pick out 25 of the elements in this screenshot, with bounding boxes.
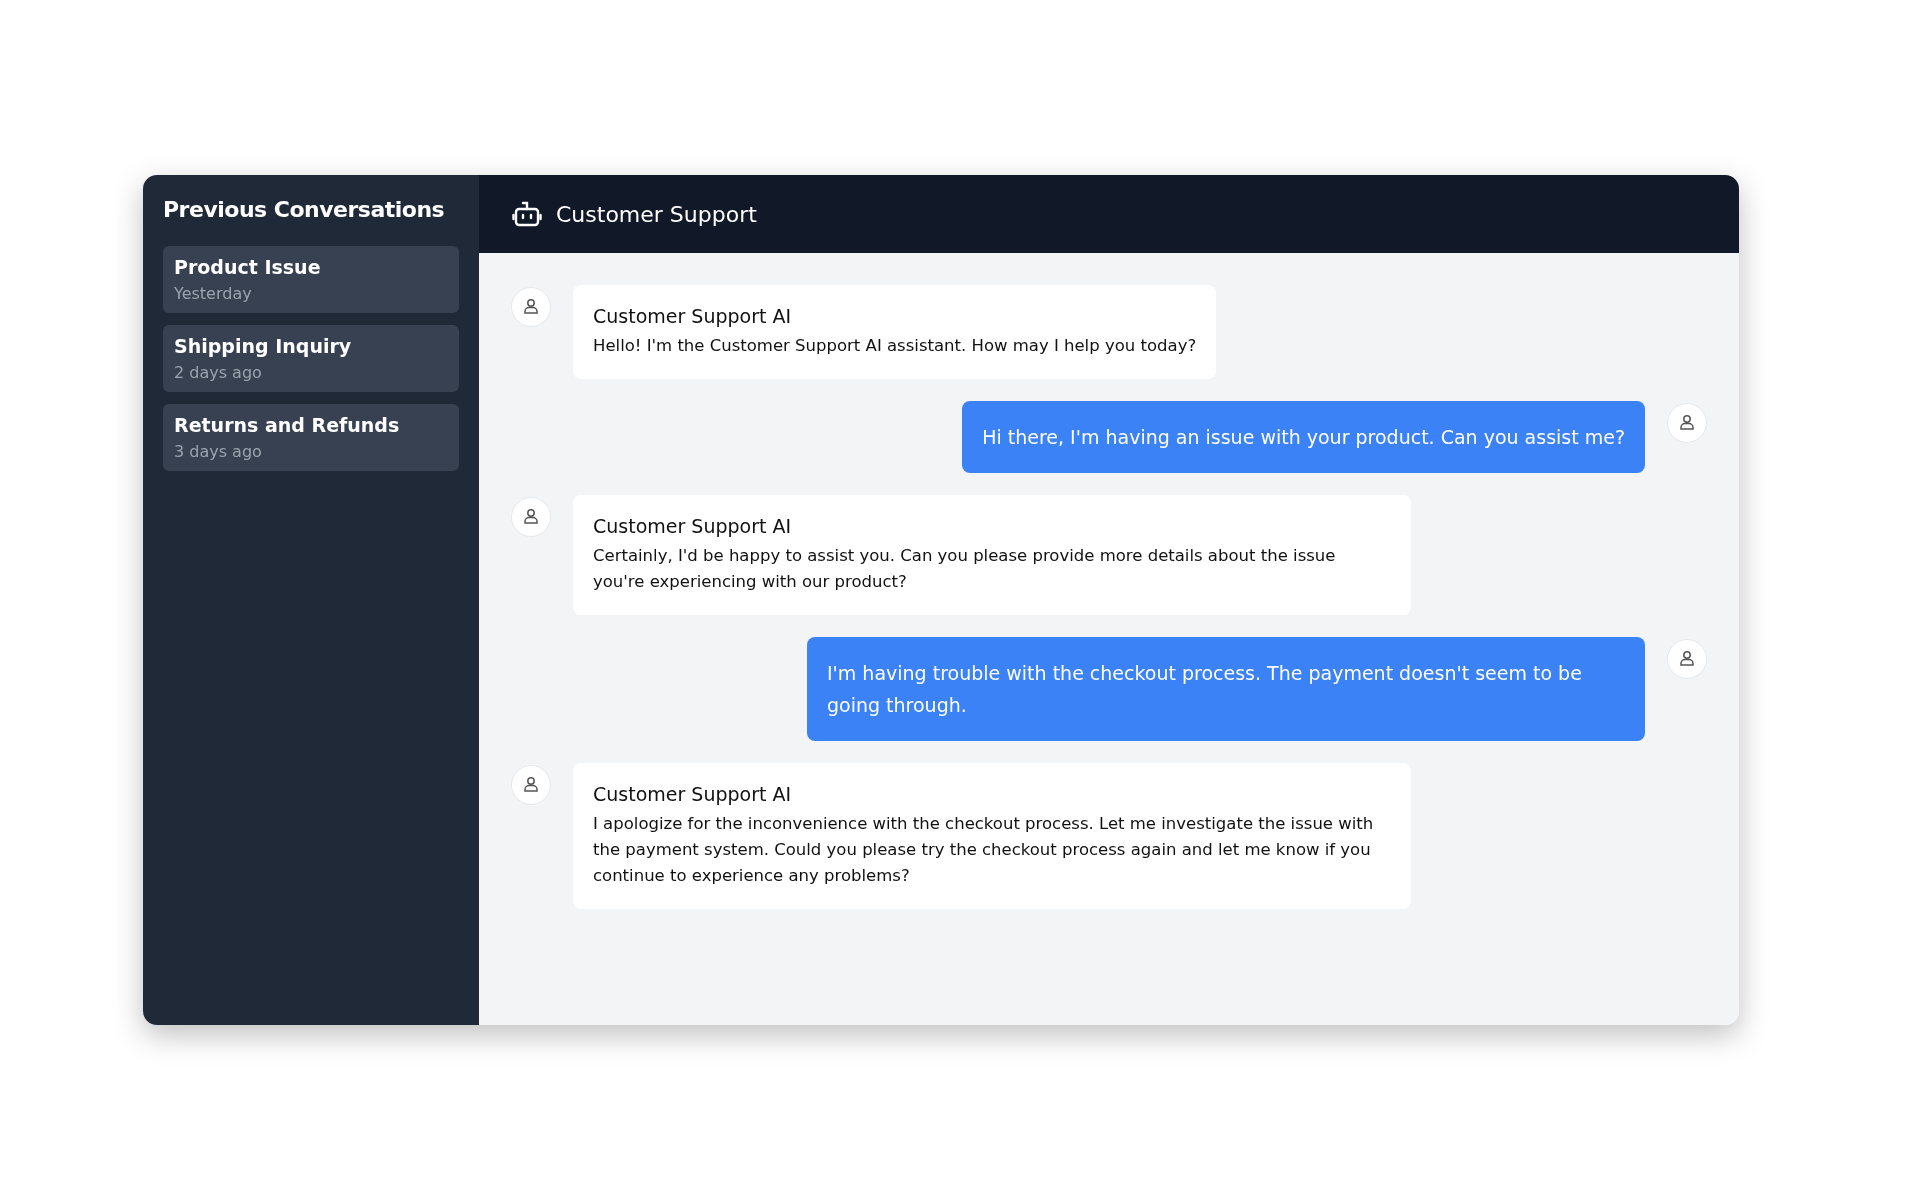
user-avatar-icon — [511, 497, 551, 537]
sender-name: Customer Support AI — [593, 783, 793, 805]
user-message: Hi there, I'm having an issue with your product. Can you assist me? — [962, 401, 1645, 473]
conversation-time: 3 days ago — [174, 442, 263, 461]
chat-title: Customer Support — [556, 201, 757, 227]
conversation-title: Returns and Refunds — [174, 414, 401, 436]
conversation-title: Product Issue — [174, 256, 322, 278]
conversation-item[interactable]: Returns and Refunds 3 days ago — [163, 404, 459, 471]
conversation-item[interactable]: Product Issue Yesterday — [163, 246, 459, 313]
message-text: Certainly, I'd be happy to assist you. Can you please provide more details about the issue you're experiencing with our product? — [593, 545, 1337, 593]
sidebar-title: Previous Conversations — [163, 197, 446, 222]
message-text: Hello! I'm the Customer Support AI assistant. How may I help you today? — [593, 335, 1197, 357]
robot-icon — [512, 200, 542, 228]
sender-name: Customer Support AI — [593, 515, 793, 537]
conversation-item[interactable]: Shipping Inquiry 2 days ago — [163, 325, 459, 392]
user-avatar-icon — [511, 287, 551, 327]
user-avatar-icon — [1667, 639, 1707, 679]
user-message: I'm having trouble with the checkout process. The payment doesn't seem to be going through. — [807, 637, 1645, 741]
sender-name: Customer Support AI — [593, 305, 793, 327]
user-avatar-icon — [511, 765, 551, 805]
conversation-title: Shipping Inquiry — [174, 335, 353, 357]
conversation-time: 2 days ago — [174, 363, 263, 382]
conversation-time: Yesterday — [174, 284, 253, 303]
user-avatar-icon — [1667, 403, 1707, 443]
message-text: I apologize for the inconvenience with the checkout process. Let me investigate the issue with the payment system. Could you please try the checkout process again and let me know if you continue to experience any problems? — [593, 813, 1375, 887]
